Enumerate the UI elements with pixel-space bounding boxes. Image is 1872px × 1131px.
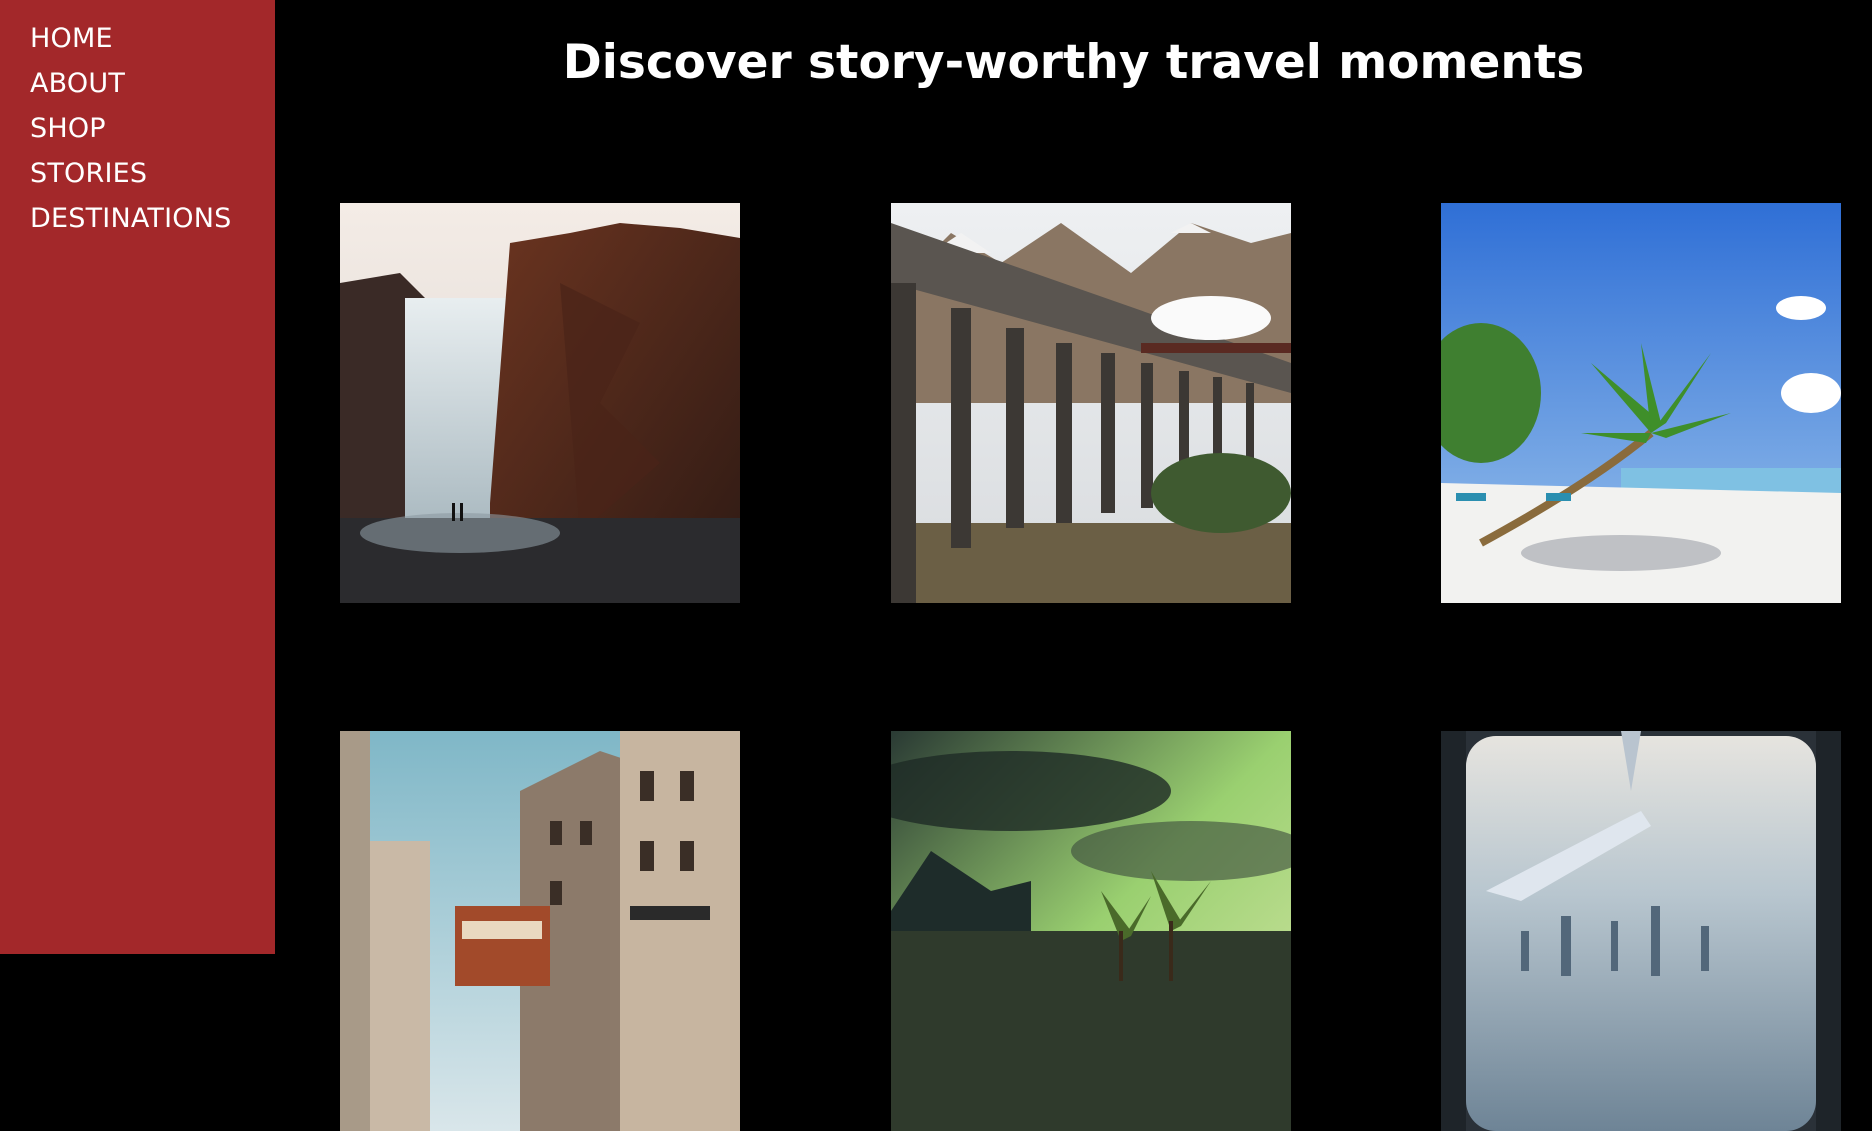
nav-destinations[interactable]: DESTINATIONS [30, 196, 231, 241]
page-title: Discover story-worthy travel moments [562, 35, 1585, 90]
main-content: Discover story-worthy travel moments [275, 0, 1872, 1131]
photo-waterfall[interactable] [340, 203, 740, 603]
sidebar: HOME ABOUT SHOP STORIES DESTINATIONS [0, 0, 275, 954]
waterfall-image [340, 203, 740, 603]
beach-image [1441, 203, 1841, 603]
viaduct-image [891, 203, 1291, 603]
stormy-palms-image [891, 731, 1291, 1131]
nav-about[interactable]: ABOUT [30, 61, 231, 106]
sidebar-nav: HOME ABOUT SHOP STORIES DESTINATIONS [30, 16, 231, 241]
nav-stories[interactable]: STORIES [30, 151, 231, 196]
nav-shop[interactable]: SHOP [30, 106, 231, 151]
nav-home[interactable]: HOME [30, 16, 231, 61]
airplane-window-image [1441, 731, 1841, 1131]
photo-airplane-window[interactable] [1441, 731, 1841, 1131]
city-tram-image [340, 731, 740, 1131]
photo-stormy-palms[interactable] [891, 731, 1291, 1131]
photo-viaduct[interactable] [891, 203, 1291, 603]
photo-city-tram[interactable] [340, 731, 740, 1131]
photo-beach[interactable] [1441, 203, 1841, 603]
